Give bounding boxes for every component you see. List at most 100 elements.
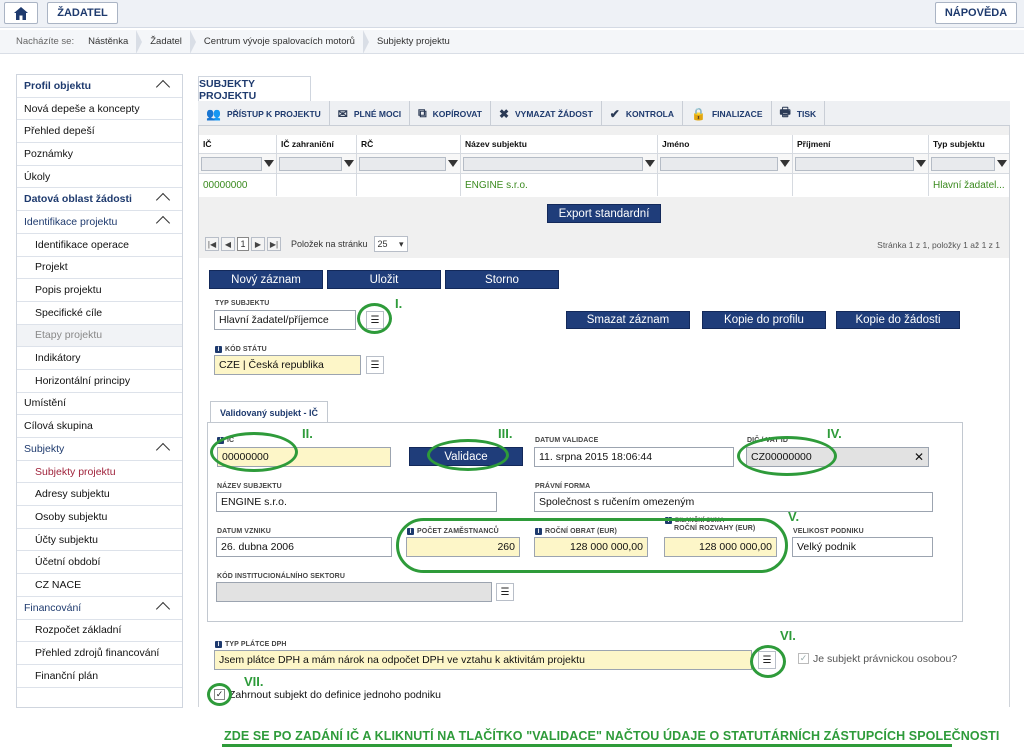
finalizace-button[interactable]: 🔒 FINALIZACE bbox=[683, 101, 772, 126]
clear-icon[interactable]: ✕ bbox=[914, 450, 924, 464]
filter-cell bbox=[461, 154, 658, 173]
annotation-number: III. bbox=[498, 426, 513, 441]
next-page-button[interactable]: ▶ bbox=[251, 237, 265, 251]
chevron-up-icon[interactable] bbox=[155, 79, 171, 95]
filter-icon[interactable] bbox=[780, 160, 790, 167]
current-page[interactable]: 1 bbox=[237, 237, 249, 251]
pager-info: Stránka 1 z 1, položky 1 až 1 z 1 bbox=[877, 240, 1000, 250]
breadcrumb-item[interactable]: Nástěnka bbox=[88, 36, 128, 47]
column-header[interactable]: Jméno bbox=[658, 135, 793, 153]
last-page-button[interactable]: ▶| bbox=[267, 237, 281, 251]
sidebar-item-ucty-subjektu[interactable]: Účty subjektu bbox=[17, 529, 182, 552]
column-header[interactable]: Typ subjektu bbox=[929, 135, 1009, 153]
cancel-button[interactable]: Storno bbox=[445, 270, 559, 289]
sidebar-item-label: Osoby subjektu bbox=[35, 510, 108, 523]
sidebar-item-subjekty[interactable]: Subjekty bbox=[17, 438, 182, 461]
sidebar-item-identifikace-operace[interactable]: Identifikace operace bbox=[17, 234, 182, 257]
sidebar-item-popis-projektu[interactable]: Popis projektu bbox=[17, 279, 182, 302]
sidebar-item-ukoly[interactable]: Úkoly bbox=[17, 166, 182, 189]
new-record-button[interactable]: Nový záznam bbox=[209, 270, 323, 289]
filter-input[interactable] bbox=[201, 156, 262, 171]
column-header[interactable]: RČ bbox=[357, 135, 461, 153]
chevron-up-icon[interactable] bbox=[155, 442, 171, 458]
sidebar-item-prehled-depesi[interactable]: Přehled depeší bbox=[17, 120, 182, 144]
copy-to-request-button[interactable]: Kopie do žádosti bbox=[836, 311, 960, 329]
toolbar-label: VYMAZAT ŽÁDOST bbox=[515, 108, 593, 119]
column-header[interactable]: Název subjektu bbox=[461, 135, 658, 153]
subjects-grid: IČ IČ zahraniční RČ Název subjektu Jméno… bbox=[199, 135, 1009, 197]
breadcrumb-item[interactable]: Centrum vývoje spalovacích motorů bbox=[204, 36, 355, 47]
kopirovat-button[interactable]: ⧉ KOPÍROVAT bbox=[410, 101, 491, 126]
sidebar-item-ucetni-obdobi[interactable]: Účetní období bbox=[17, 551, 182, 575]
filter-icon[interactable] bbox=[997, 160, 1007, 167]
filter-icon[interactable] bbox=[264, 160, 274, 167]
delete-record-button[interactable]: Smazat záznam bbox=[566, 311, 690, 329]
list-icon[interactable]: ☰ bbox=[496, 583, 514, 601]
filter-input[interactable] bbox=[279, 156, 342, 171]
table-row[interactable]: 00000000 ENGINE s.r.o. Hlavní žadatel... bbox=[199, 174, 1009, 196]
sidebar-item-financovani[interactable]: Financování bbox=[17, 597, 182, 620]
sidebar-item-osoby-subjektu[interactable]: Osoby subjektu bbox=[17, 506, 182, 529]
sidebar-item-subjekty-projektu[interactable]: Subjekty projektu bbox=[17, 461, 182, 484]
plne-moci-button[interactable]: ✉ PLNÉ MOCI bbox=[330, 101, 411, 126]
kontrola-button[interactable]: ✔ KONTROLA bbox=[602, 101, 684, 126]
sidebar-item-label: Etapy projektu bbox=[35, 329, 103, 342]
kod-sektoru-field[interactable] bbox=[216, 582, 492, 602]
filter-icon[interactable] bbox=[448, 160, 458, 167]
help-button[interactable]: NÁPOVĚDA bbox=[935, 2, 1017, 24]
tab-validovany-subjekt[interactable]: Validovaný subjekt - IČ bbox=[210, 401, 328, 423]
first-page-button[interactable]: |◀ bbox=[205, 237, 219, 251]
typ-platce-field[interactable]: Jsem plátce DPH a mám nárok na odpočet D… bbox=[214, 650, 752, 670]
sidebar-item-indikatory[interactable]: Indikátory bbox=[17, 347, 182, 370]
sidebar-item-datova-oblast[interactable]: Datová oblast žádosti bbox=[17, 188, 182, 212]
column-header[interactable]: Příjmení bbox=[793, 135, 929, 153]
home-button[interactable] bbox=[4, 2, 38, 24]
chevron-up-icon[interactable] bbox=[155, 601, 171, 616]
sidebar-item-nova-depese[interactable]: Nová depeše a koncepty bbox=[17, 98, 182, 121]
sidebar-item-poznamky[interactable]: Poznámky bbox=[17, 143, 182, 166]
breadcrumb-separator bbox=[189, 29, 196, 54]
datum-vzniku-field: 26. dubna 2006 bbox=[216, 537, 392, 557]
pristup-button[interactable]: 👥 PŘÍSTUP K PROJEKTU bbox=[198, 101, 330, 126]
sidebar-item-rozpocet-zakladni[interactable]: Rozpočet základní bbox=[17, 620, 182, 643]
filter-icon[interactable] bbox=[645, 160, 655, 167]
filter-input[interactable] bbox=[359, 156, 446, 171]
save-button[interactable]: Uložit bbox=[327, 270, 441, 289]
zahrnout-label: Zahrnout subjekt do definice jednoho pod… bbox=[229, 689, 441, 701]
filter-input[interactable] bbox=[931, 156, 995, 171]
chevron-up-icon[interactable] bbox=[155, 216, 171, 231]
chevron-up-icon[interactable] bbox=[155, 193, 171, 208]
filter-input[interactable] bbox=[463, 156, 643, 171]
per-page-select[interactable]: 25 ▾ bbox=[373, 236, 408, 252]
tisk-button[interactable]: 🖶 TISK bbox=[772, 101, 826, 126]
sidebar-item-cilova-skupina[interactable]: Cílová skupina bbox=[17, 415, 182, 438]
filter-input[interactable] bbox=[660, 156, 778, 171]
sidebar-item-financni-plan[interactable]: Finanční plán bbox=[17, 665, 182, 688]
filter-icon[interactable] bbox=[344, 160, 354, 167]
filter-icon[interactable] bbox=[916, 160, 926, 167]
typ-subjektu-field[interactable]: Hlavní žadatel/příjemce bbox=[214, 310, 356, 330]
zadatel-button[interactable]: ŽADATEL bbox=[47, 2, 118, 24]
sidebar-item-projekt[interactable]: Projekt bbox=[17, 257, 182, 280]
column-header[interactable]: IČ zahraniční bbox=[277, 135, 357, 153]
list-icon[interactable]: ☰ bbox=[366, 356, 384, 374]
breadcrumb-item[interactable]: Žadatel bbox=[150, 36, 182, 47]
prev-page-button[interactable]: ◀ bbox=[221, 237, 235, 251]
sidebar-item-label: Financování bbox=[24, 601, 82, 614]
vymazat-zadost-button[interactable]: ✖ VYMAZAT ŽÁDOST bbox=[491, 101, 602, 126]
sidebar-item-prehled-zdroju[interactable]: Přehled zdrojů financování bbox=[17, 642, 182, 665]
sidebar-item-specificke-cile[interactable]: Specifické cíle bbox=[17, 302, 182, 325]
copy-icon: ⧉ bbox=[418, 106, 427, 120]
export-button[interactable]: Export standardní bbox=[547, 204, 661, 223]
column-header[interactable]: IČ bbox=[199, 135, 277, 153]
sidebar-item-identifikace-projektu[interactable]: Identifikace projektu bbox=[17, 211, 182, 234]
sidebar-item-horizontalni-principy[interactable]: Horizontální principy bbox=[17, 370, 182, 393]
filter-input[interactable] bbox=[795, 156, 914, 171]
sidebar-item-cz-nace[interactable]: CZ NACE bbox=[17, 574, 182, 597]
sidebar-item-profil-objektu[interactable]: Profil objektu bbox=[17, 75, 182, 98]
copy-to-profile-button[interactable]: Kopie do profilu bbox=[702, 311, 826, 329]
sidebar-item-umisteni[interactable]: Umístění bbox=[17, 393, 182, 416]
kod-statu-field[interactable]: CZE | Česká republika bbox=[214, 355, 361, 375]
sidebar-item-adresy-subjektu[interactable]: Adresy subjektu bbox=[17, 483, 182, 507]
tab-subjekty-projektu[interactable]: SUBJEKTY PROJEKTU bbox=[198, 76, 311, 102]
